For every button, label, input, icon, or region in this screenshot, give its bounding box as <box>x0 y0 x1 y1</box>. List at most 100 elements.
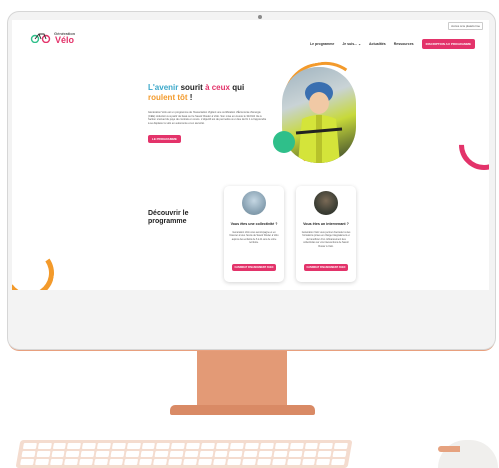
nav-item-ressources[interactable]: Ressources <box>394 42 414 46</box>
keyboard-key <box>301 459 316 465</box>
hero-title-word: roulent tôt <box>148 93 188 102</box>
keyboard-key <box>140 451 154 457</box>
hero-title-word: qui <box>232 83 245 92</box>
keyboard <box>15 440 353 468</box>
keyboard-key <box>125 451 140 457</box>
hero-title-word: sourit <box>180 83 203 92</box>
card-intervenant-image <box>314 191 338 215</box>
hero-title-word: ! <box>189 93 193 102</box>
keyboard-key <box>111 443 126 449</box>
keyboard-key <box>65 451 80 457</box>
keyboard-key <box>67 443 82 449</box>
programme-button[interactable]: LE PROGRAMME <box>148 135 181 143</box>
keyboard-key <box>215 443 230 449</box>
nav-item-actualites[interactable]: Actualités <box>369 42 386 46</box>
hero-photo-child-cyclist <box>282 67 356 163</box>
card-intervenant-button[interactable]: CANDIDAT FINANCEMENT AVEC <box>304 264 348 271</box>
website-screen: Accès à la plateforme Génération Vélo Le… <box>12 20 489 290</box>
keyboard-key <box>80 451 95 457</box>
card-title: Vous êtes un intervenant ? <box>303 222 349 226</box>
decorative-pink-arc <box>448 109 489 181</box>
keyboard-key <box>156 443 171 449</box>
keyboard-key <box>259 443 274 449</box>
mouse-accent <box>438 446 460 452</box>
keyboard-key <box>79 459 94 465</box>
hero-description: Génération Vélo est un programme de l'As… <box>148 111 267 125</box>
keyboard-key <box>258 451 273 457</box>
keyboard-key <box>286 459 301 465</box>
keyboard-key <box>96 443 111 449</box>
keyboard-key <box>171 443 185 449</box>
keyboard-key <box>212 459 227 465</box>
keyboard-key <box>288 451 303 457</box>
keyboard-key <box>169 451 184 457</box>
keyboard-key <box>168 459 183 465</box>
decorative-green-circle <box>273 131 295 153</box>
keyboard-key <box>334 443 348 449</box>
keyboard-key <box>34 459 49 465</box>
nav-item-je-suis[interactable]: Je suis... ⌄ <box>342 42 361 46</box>
keyboard-key <box>316 459 331 465</box>
child-cyclist-illustration <box>295 82 343 163</box>
card-collectivite-button[interactable]: CANDIDAT FINANCEMENT AVEC <box>232 264 276 271</box>
keyboard-key <box>227 459 242 465</box>
nav-item-programme[interactable]: Le programme <box>310 42 334 46</box>
site-logo[interactable]: Génération Vélo <box>30 31 75 45</box>
keyboard-key <box>82 443 97 449</box>
keyboard-key <box>273 451 288 457</box>
keyboard-key <box>274 443 289 449</box>
keyboard-key <box>214 451 228 457</box>
keyboard-key <box>141 443 156 449</box>
keyboard-key <box>257 459 272 465</box>
keyboard-key <box>317 451 332 457</box>
hero-title: L'avenir sourit à ceux qui roulent tôt ! <box>148 83 278 103</box>
card-intervenant: Vous êtes un intervenant ? Génération Vé… <box>296 186 356 282</box>
keyboard-key <box>51 451 65 457</box>
discover-heading: Découvrir le programme <box>148 210 189 225</box>
keyboard-key <box>95 451 110 457</box>
keyboard-key <box>185 443 200 449</box>
monitor-foot <box>170 405 315 415</box>
card-collectivite-image <box>242 191 266 215</box>
keyboard-key <box>126 443 141 449</box>
keyboard-key <box>332 451 347 457</box>
keyboard-key <box>108 459 123 465</box>
keyboard-key <box>123 459 138 465</box>
keyboard-key <box>64 459 79 465</box>
keyboard-key <box>289 443 304 449</box>
decorative-orange-arc <box>12 244 58 290</box>
keyboard-key <box>319 443 334 449</box>
keyboard-keys <box>20 443 348 468</box>
keyboard-key <box>36 451 51 457</box>
keyboard-key <box>52 443 67 449</box>
card-text: Génération Vélo vous accompagne et en fi… <box>229 231 279 245</box>
keyboard-key <box>37 443 52 449</box>
keyboard-key <box>303 451 317 457</box>
logo-big-text: Vélo <box>55 35 75 45</box>
keyboard-key <box>245 443 260 449</box>
inscription-button[interactable]: INSCRIPTION AU PROGRAMME <box>421 39 475 49</box>
keyboard-key <box>331 459 346 465</box>
keyboard-key <box>199 451 214 457</box>
hero-title-word: à ceux <box>205 83 230 92</box>
card-title: Vous êtes une collectivité ? <box>230 222 278 226</box>
chevron-down-icon: ⌄ <box>357 42 362 46</box>
keyboard-key <box>228 451 243 457</box>
keyboard-key <box>230 443 245 449</box>
platform-access-link[interactable]: Accès à la plateforme <box>448 22 483 30</box>
keyboard-key <box>197 459 212 465</box>
nav-item-label: Je suis... <box>342 42 358 46</box>
main-nav: Le programme Je suis... ⌄ Actualités Res… <box>310 42 414 46</box>
hero-title-word: L'avenir <box>148 83 179 92</box>
keyboard-key <box>243 451 258 457</box>
card-text: Génération Vélo vous permet d'accéder à … <box>301 231 351 248</box>
keyboard-key <box>184 451 199 457</box>
keyboard-key <box>49 459 64 465</box>
keyboard-key <box>94 459 109 465</box>
webcam-icon <box>258 15 262 19</box>
bicycle-logo-icon <box>30 33 51 43</box>
keyboard-key <box>21 451 36 457</box>
keyboard-key <box>22 443 37 449</box>
keyboard-key <box>304 443 319 449</box>
keyboard-key <box>153 459 168 465</box>
